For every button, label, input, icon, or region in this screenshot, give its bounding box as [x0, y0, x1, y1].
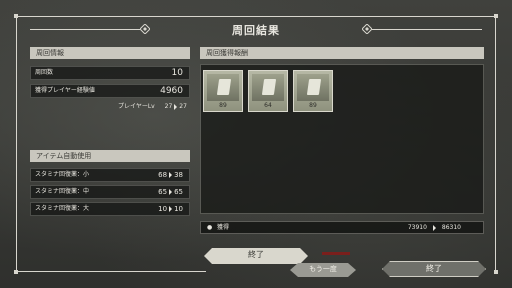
row-player-exp: 獲得プレイヤー経験値 4960 [30, 84, 190, 98]
row-value: 10 10 [158, 203, 183, 215]
once-more-button[interactable]: もう一度 [290, 263, 356, 277]
row-label: 周回数 [35, 69, 54, 76]
section-header-run-info: 周回情報 [30, 47, 190, 59]
row-value: 65 65 [158, 186, 183, 198]
row-label: スタミナ回復薬：小 [35, 171, 90, 178]
value-to: 65 [174, 188, 183, 196]
player-level-from: 27 [164, 103, 173, 110]
value-to: 38 [174, 171, 183, 179]
row-run-count: 周回数 10 [30, 66, 190, 80]
arrow-right-icon [169, 206, 173, 212]
row-label: スタミナ回復薬：大 [35, 205, 90, 212]
memory-card-icon [261, 79, 277, 95]
value-to: 10 [174, 205, 183, 213]
player-level-to: 27 [179, 103, 187, 110]
memory-card-icon [216, 79, 232, 95]
value-from: 10 [158, 205, 168, 213]
arrow-right-icon [432, 224, 436, 231]
value-from: 65 [158, 188, 168, 196]
player-level: プレイヤーLv 27 27 [118, 101, 187, 110]
arrow-right-icon [169, 172, 173, 178]
row-stamina-small: スタミナ回復薬：小 68 38 [30, 168, 190, 182]
total-from: 73910 [407, 224, 427, 231]
corner-dot [14, 14, 18, 18]
corner-dot [494, 14, 498, 18]
player-level-label: プレイヤーLv [118, 103, 155, 110]
page-title: 周回結果 [232, 24, 280, 37]
reward-count: 64 [264, 102, 272, 109]
memory-card-icon [306, 79, 322, 95]
section-header-rewards: 周回獲得報酬 [200, 47, 484, 59]
row-label: 獲得プレイヤー経験値 [35, 87, 95, 94]
corner-dot [494, 270, 498, 274]
reward-card[interactable]: 89 [293, 70, 333, 112]
total-label: 獲得 [217, 224, 230, 231]
row-stamina-medium: スタミナ回復薬：中 65 65 [30, 185, 190, 199]
finish-button[interactable]: 終了 [204, 248, 308, 264]
arrow-right-icon [169, 189, 173, 195]
total-to: 86310 [441, 224, 461, 231]
arrow-right-icon [174, 103, 178, 110]
row-label: スタミナ回復薬：中 [35, 188, 90, 195]
coin-icon: ● [207, 224, 213, 231]
corner-dot [14, 270, 18, 274]
frame-left [16, 16, 17, 272]
accent-mark [322, 252, 350, 255]
value-from: 68 [158, 171, 168, 179]
total-value: 73910 86310 [408, 222, 461, 233]
total-earned-bar: ● 獲得 73910 86310 [200, 221, 484, 234]
frame-top [16, 16, 496, 17]
row-stamina-large: スタミナ回復薬：大 10 10 [30, 202, 190, 216]
frame-right [495, 16, 496, 272]
end-button[interactable]: 終了 [382, 261, 486, 277]
row-value: 10 [171, 68, 183, 78]
row-value: 4960 [160, 86, 183, 96]
reward-card[interactable]: 64 [248, 70, 288, 112]
section-header-auto-items: アイテム自動使用 [30, 150, 190, 162]
row-value: 68 38 [158, 169, 183, 181]
reward-count: 89 [309, 102, 317, 109]
frame-bottom-left [16, 271, 206, 272]
reward-card[interactable]: 89 [203, 70, 243, 112]
reward-count: 89 [219, 102, 227, 109]
